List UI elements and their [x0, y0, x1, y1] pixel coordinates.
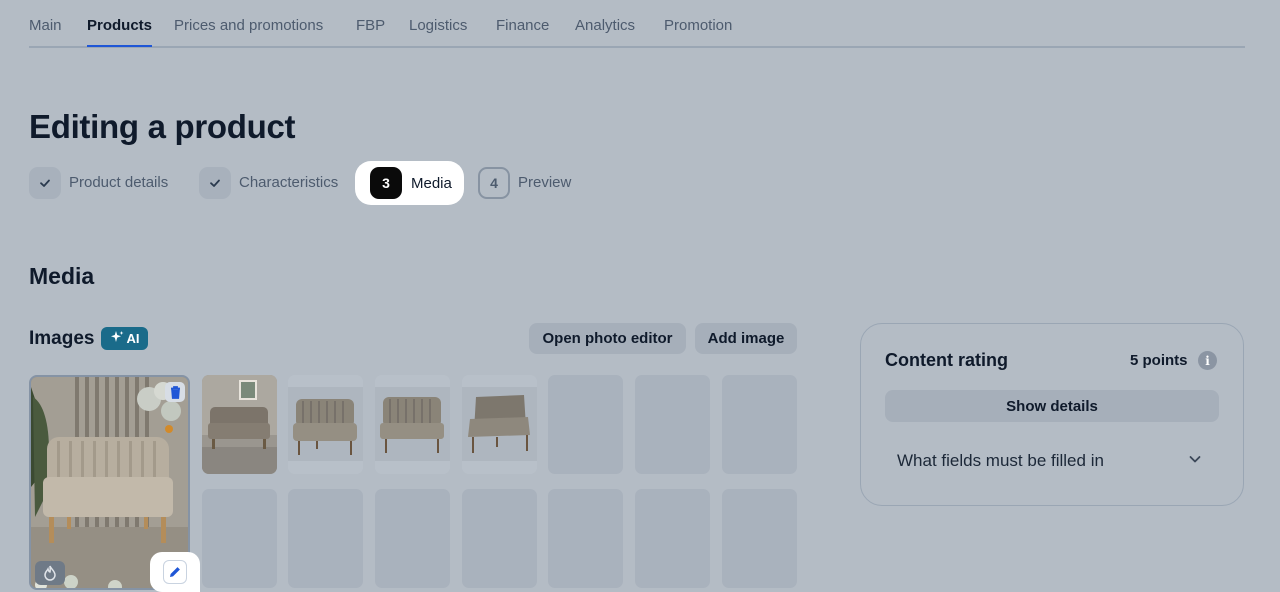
thumbnail-image[interactable]: [462, 375, 537, 474]
thumbnail-image[interactable]: [375, 375, 450, 474]
step-label: Characteristics: [239, 174, 339, 191]
sofa-photo: [375, 375, 450, 474]
sofa-photo: [202, 375, 277, 474]
empty-image-slot[interactable]: [548, 375, 623, 474]
page-title: Editing a product: [29, 108, 296, 145]
tab-finance[interactable]: Finance: [496, 17, 549, 34]
images-label: Images: [29, 328, 95, 349]
empty-image-slot[interactable]: [635, 375, 710, 474]
tab-promotion[interactable]: Promotion: [664, 17, 732, 34]
step-number: 3: [370, 167, 402, 199]
step-label: Product details: [69, 174, 169, 191]
empty-image-slot[interactable]: [202, 489, 277, 588]
step-label: Media: [411, 174, 452, 192]
empty-image-slot[interactable]: [462, 489, 537, 588]
ai-badge-label: AI: [126, 331, 140, 346]
info-icon[interactable]: i: [1198, 351, 1217, 370]
check-icon: [29, 166, 61, 199]
empty-image-slot[interactable]: [635, 489, 710, 588]
tab-logistics[interactable]: Logistics: [409, 17, 467, 34]
step-characteristics[interactable]: Characteristics: [199, 166, 338, 199]
show-details-button[interactable]: Show details: [885, 390, 1219, 422]
content-rating-title: Content rating: [885, 350, 1008, 370]
pencil-icon: [163, 560, 187, 584]
step-media[interactable]: 3 Media: [355, 161, 464, 205]
sofa-photo: [462, 375, 537, 474]
required-fields-toggle[interactable]: What fields must be filled in: [897, 451, 1104, 471]
step-preview[interactable]: 4 Preview: [478, 166, 571, 199]
empty-image-slot[interactable]: [288, 489, 363, 588]
step-product-details[interactable]: Product details: [29, 166, 168, 199]
delete-image-icon[interactable]: [165, 382, 185, 402]
sparkle-icon: [110, 330, 124, 347]
empty-image-slot[interactable]: [722, 489, 797, 588]
media-section-title: Media: [29, 263, 95, 289]
tab-prices-and-promotions[interactable]: Prices and promotions: [174, 17, 323, 34]
add-image-button[interactable]: Add image: [695, 323, 797, 354]
check-icon: [199, 166, 231, 199]
step-number: 4: [478, 166, 510, 199]
empty-image-slot[interactable]: [375, 489, 450, 588]
fire-icon[interactable]: [35, 561, 65, 585]
chevron-down-icon[interactable]: [1188, 452, 1202, 471]
tab-main[interactable]: Main: [29, 17, 62, 34]
edit-photo-button[interactable]: [150, 552, 200, 592]
empty-image-slot[interactable]: [548, 489, 623, 588]
empty-image-slot[interactable]: [722, 375, 797, 474]
tab-analytics[interactable]: Analytics: [575, 17, 635, 34]
step-label: Preview: [518, 174, 572, 191]
thumbnail-image[interactable]: [288, 375, 363, 474]
ai-badge[interactable]: AI: [101, 327, 148, 350]
sofa-photo: [288, 375, 363, 474]
tab-products[interactable]: Products: [87, 17, 153, 47]
content-rating-card: Content rating 5 points i Show details W…: [860, 323, 1244, 506]
rating-points: 5 points: [1130, 352, 1188, 369]
top-nav: Main Products Prices and promotions FBP …: [29, 0, 1245, 48]
tab-fbp[interactable]: FBP: [356, 17, 385, 34]
thumbnail-image[interactable]: [202, 375, 277, 474]
open-photo-editor-button[interactable]: Open photo editor: [529, 323, 686, 354]
